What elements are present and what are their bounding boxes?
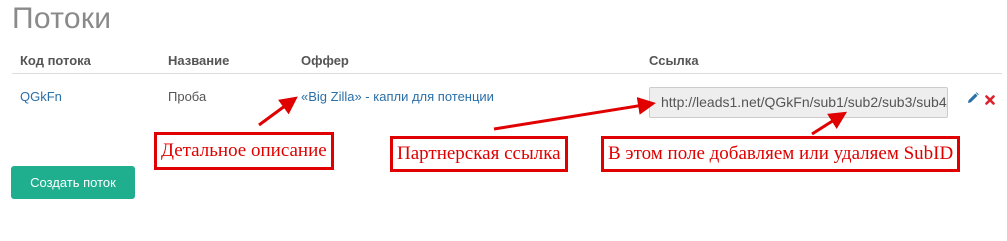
callout-subid: В этом поле добавляем или удаляем SubID: [601, 136, 961, 172]
annotation-arrows: [258, 96, 848, 136]
callout-detail-description: Детальное описание: [154, 132, 334, 170]
callout-partner-link: Партнерская ссылка: [390, 136, 568, 172]
arrow-to-subid: [811, 111, 848, 136]
arrow-to-offer: [258, 96, 298, 127]
arrow-to-link: [493, 97, 656, 131]
